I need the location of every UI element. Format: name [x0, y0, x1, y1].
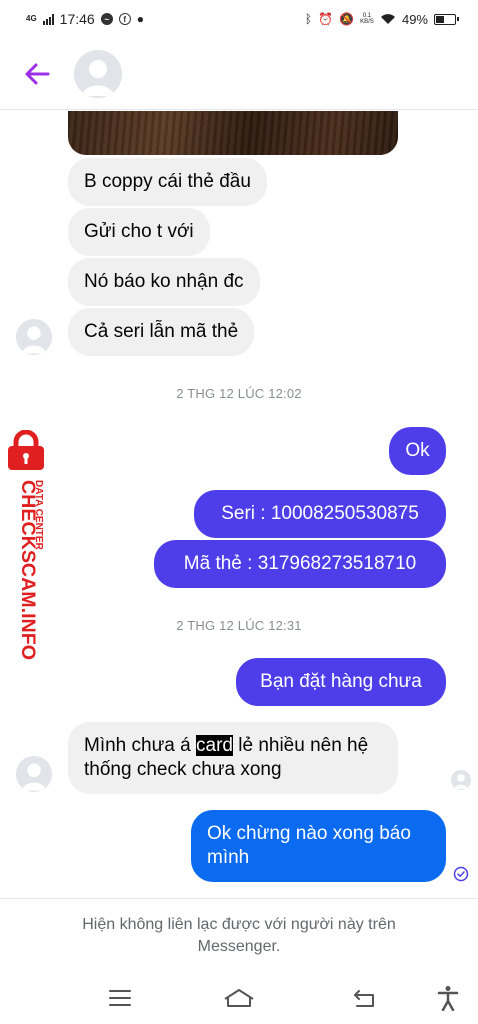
- sender-avatar[interactable]: [16, 319, 52, 355]
- arrow-left-icon: [25, 63, 50, 85]
- sender-avatar[interactable]: [16, 756, 52, 792]
- back-button[interactable]: [20, 56, 56, 92]
- checkscam-watermark: CHECKSCAM.INFO DATA CENTER: [2, 430, 52, 660]
- watermark-text: CHECKSCAM.INFO DATA CENTER: [17, 480, 44, 660]
- unavailable-notice: Hiện không liên lạc được với người này t…: [0, 898, 478, 970]
- menu-button[interactable]: [102, 982, 138, 1014]
- battery-icon: [434, 13, 459, 25]
- home-icon: [224, 989, 254, 1007]
- message-outgoing[interactable]: Ok: [389, 427, 446, 475]
- notice-text: Hiện không liên lạc được với người này t…: [82, 916, 396, 955]
- highlighted-word: card: [196, 735, 233, 756]
- home-button[interactable]: [221, 982, 257, 1014]
- accessibility-icon: [437, 986, 459, 1011]
- battery-percent: 49%: [401, 11, 428, 27]
- read-receipt-avatar: [451, 770, 471, 790]
- contact-avatar[interactable]: [74, 50, 122, 98]
- lock-icon: [8, 430, 44, 470]
- timestamp: 2 THG 12 LÚC 12:31: [176, 618, 302, 633]
- system-nav-bar: [0, 972, 478, 1024]
- default-avatar-icon: [16, 756, 52, 792]
- messenger-icon: ~: [100, 13, 113, 25]
- watermark-sub: DATA CENTER: [33, 480, 44, 551]
- status-right: ᛒ ⏰ 🔕 0.1 KB/S 49%: [304, 11, 459, 27]
- message-incoming[interactable]: Nó báo ko nhận đc: [68, 258, 260, 306]
- default-avatar-icon: [451, 770, 471, 790]
- back-icon: [354, 990, 374, 1007]
- signal-icon: [42, 13, 54, 25]
- status-left: 4G 17:46 ~ f ●: [26, 11, 144, 27]
- message-incoming[interactable]: B coppy cái thẻ đầu: [68, 158, 267, 206]
- conversation-header: [0, 38, 478, 110]
- message-outgoing[interactable]: Bạn đặt hàng chưa: [236, 658, 446, 706]
- chat-icon: ●: [136, 12, 144, 26]
- back-nav-button[interactable]: [346, 982, 382, 1014]
- message-incoming[interactable]: Gửi cho t với: [68, 208, 210, 256]
- timestamp: 2 THG 12 LÚC 12:02: [176, 386, 302, 401]
- status-bar: 4G 17:46 ~ f ● ᛒ ⏰ 🔕 0.1 KB/S 49%: [0, 0, 478, 38]
- mute-icon: 🔕: [339, 12, 354, 26]
- wifi-icon: [380, 14, 395, 24]
- alarm-icon: ⏰: [318, 12, 334, 26]
- clock: 17:46: [59, 11, 95, 27]
- message-incoming[interactable]: Cả seri lẫn mã thẻ: [68, 308, 255, 356]
- accessibility-button[interactable]: [430, 982, 466, 1014]
- message-outgoing[interactable]: Seri : 10008250530875: [194, 490, 446, 538]
- facebook-icon: f: [118, 13, 131, 25]
- message-outgoing[interactable]: Mã thẻ : 317968273518710: [154, 540, 446, 588]
- data-speed: 0.1 KB/S: [360, 13, 374, 25]
- battery-fill: [436, 15, 445, 23]
- default-avatar-icon: [74, 50, 122, 98]
- message-incoming[interactable]: Mình chưa á card lẻ nhiều nên hệ thống c…: [68, 722, 398, 794]
- sent-check-icon: [453, 866, 469, 882]
- message-text: Mình chưa á: [84, 735, 196, 756]
- message-outgoing[interactable]: Ok chừng nào xong báo mình: [191, 810, 446, 882]
- default-avatar-icon: [16, 319, 52, 355]
- menu-icon: [109, 990, 131, 1006]
- bluetooth-icon: ᛒ: [304, 12, 313, 26]
- network-type: 4G: [26, 14, 37, 23]
- shared-photo[interactable]: [68, 111, 398, 155]
